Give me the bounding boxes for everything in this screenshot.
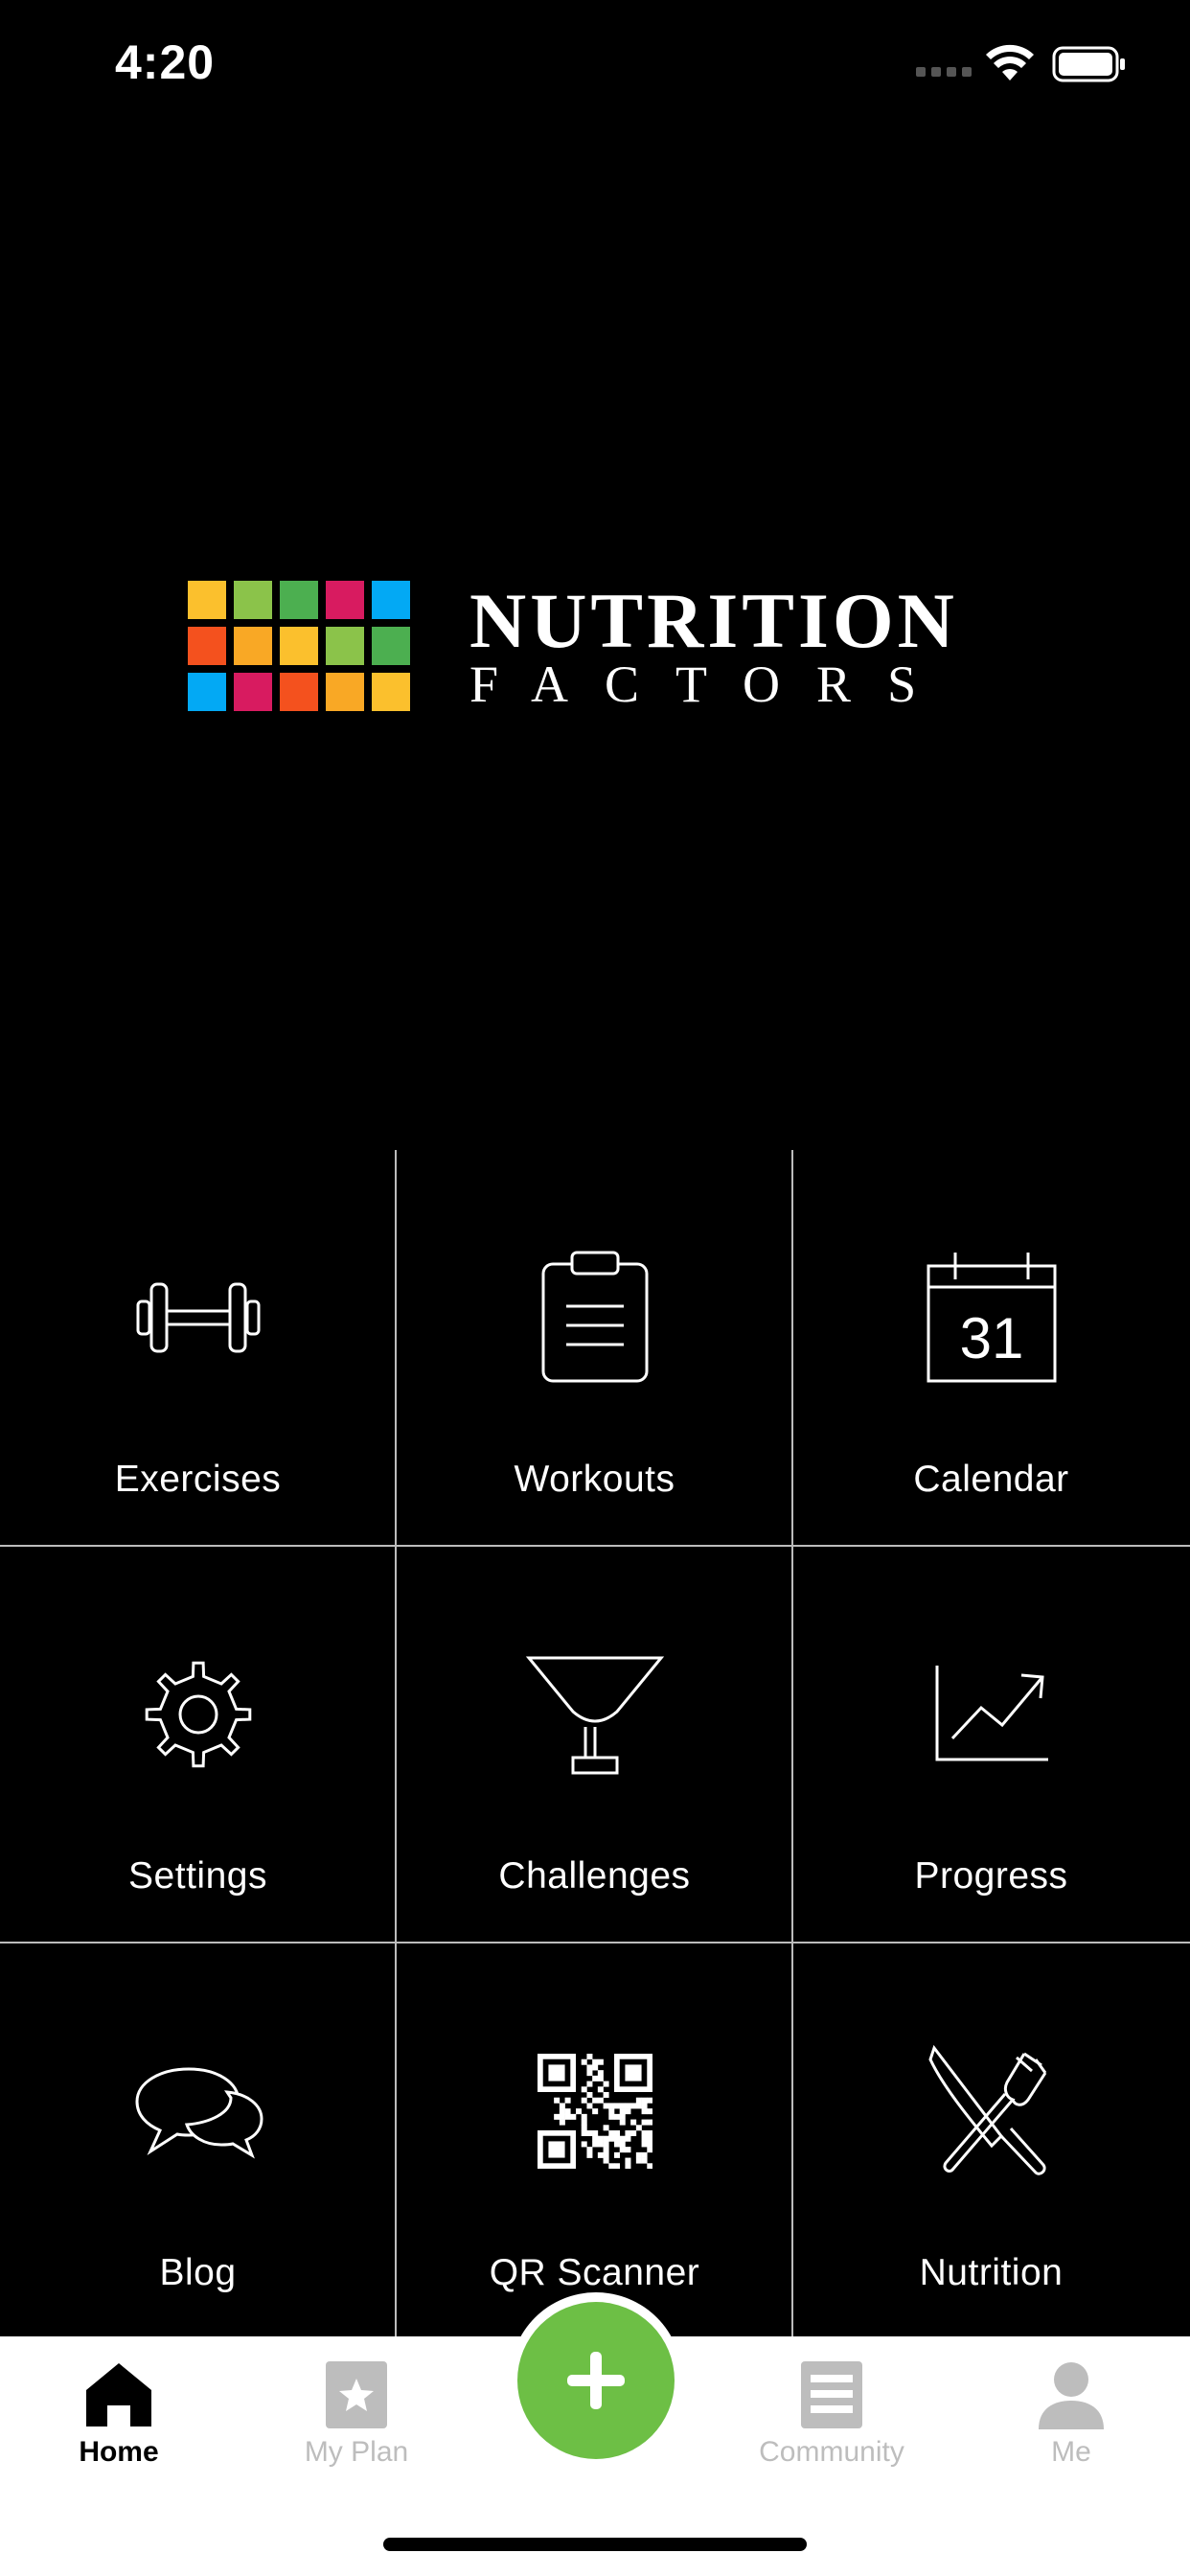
tile-settings[interactable]: Settings: [0, 1547, 396, 1943]
tab-label: Community: [759, 2436, 904, 2468]
grid-divider: [791, 1150, 793, 2336]
tile-label: Challenges: [498, 1855, 691, 1897]
tab-label: Home: [79, 2436, 159, 2468]
tab-home[interactable]: Home: [4, 2336, 234, 2490]
tile-label: QR Scanner: [489, 2252, 700, 2293]
tile-label: Calendar: [913, 1459, 1069, 1500]
tab-community[interactable]: Community: [717, 2336, 947, 2490]
home-icon: [86, 2363, 151, 2426]
fork-knife-icon: [927, 2044, 1046, 2175]
logo-square: [280, 627, 318, 665]
grid-divider: [395, 1150, 397, 2336]
tab-label: My Plan: [304, 2436, 409, 2468]
logo-square: [234, 581, 272, 619]
tile-label: Nutrition: [919, 2252, 1064, 2293]
add-button[interactable]: [517, 2302, 675, 2459]
logo-square: [326, 627, 364, 665]
calendar-icon: 31: [927, 1253, 1056, 1383]
tab-me[interactable]: Me: [956, 2336, 1186, 2490]
status-time: 4:20: [115, 35, 216, 89]
brand-subtitle: FACTORS: [469, 656, 953, 713]
gear-icon: [145, 1661, 251, 1768]
community-icon: [801, 2361, 862, 2428]
dumbbell-icon: [136, 1282, 260, 1353]
grid-divider: [0, 1942, 1190, 1944]
tile-nutrition[interactable]: Nutrition: [793, 1944, 1189, 2339]
logo-square: [372, 581, 410, 619]
logo-square: [188, 627, 226, 665]
logo-square: [372, 673, 410, 711]
logo-color-grid-icon: [188, 581, 410, 711]
plus-icon: [567, 2352, 625, 2409]
tile-exercises[interactable]: Exercises: [0, 1150, 396, 1546]
clipboard-icon: [541, 1251, 648, 1383]
logo-square: [188, 581, 226, 619]
menu-grid: Exercises Workouts 31 Calendar Settings …: [0, 1150, 1190, 2336]
tile-label: Settings: [128, 1855, 267, 1897]
home-indicator: [383, 2538, 807, 2551]
logo-square: [326, 581, 364, 619]
cellular-signal-icon: [916, 67, 972, 77]
battery-icon: [1052, 46, 1125, 82]
tile-calendar[interactable]: 31 Calendar: [793, 1150, 1189, 1546]
wifi-icon: [986, 44, 1034, 80]
tile-progress[interactable]: Progress: [793, 1547, 1189, 1943]
logo-square: [280, 581, 318, 619]
tab-my-plan[interactable]: My Plan: [241, 2336, 471, 2490]
tile-label: Exercises: [114, 1459, 282, 1500]
qr-code-icon: [537, 2054, 652, 2169]
logo-square: [234, 673, 272, 711]
calendar-day: 31: [959, 1306, 1023, 1370]
chart-up-icon: [935, 1666, 1048, 1761]
tab-label: Me: [1051, 2436, 1091, 2468]
grid-divider: [0, 1545, 1190, 1547]
star-icon: [326, 2361, 387, 2428]
trophy-icon: [525, 1656, 664, 1775]
tile-qr-scanner[interactable]: QR Scanner: [397, 1944, 792, 2339]
tile-blog[interactable]: Blog: [0, 1944, 396, 2339]
chat-bubbles-icon: [134, 2067, 263, 2159]
logo-square: [188, 673, 226, 711]
tile-challenges[interactable]: Challenges: [397, 1547, 792, 1943]
logo-square: [234, 627, 272, 665]
person-icon: [1039, 2362, 1104, 2429]
logo-square: [326, 673, 364, 711]
tile-label: Blog: [159, 2252, 237, 2293]
logo-square: [372, 627, 410, 665]
tile-label: Progress: [914, 1855, 1068, 1897]
logo-square: [280, 673, 318, 711]
tile-workouts[interactable]: Workouts: [397, 1150, 792, 1546]
brand-name: NUTRITION: [469, 577, 958, 664]
tile-label: Workouts: [514, 1459, 675, 1500]
brand-logo: NUTRITION FACTORS: [188, 581, 1031, 715]
status-bar: 4:20: [0, 0, 1190, 134]
